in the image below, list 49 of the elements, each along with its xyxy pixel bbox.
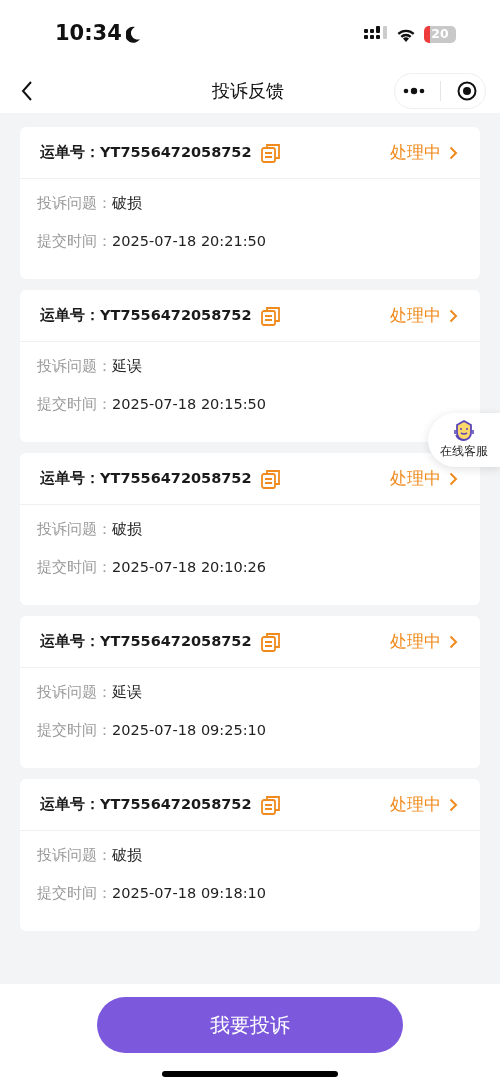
moon-icon [125,25,141,43]
waybill-number: 运单号：YT7556472058752 [40,794,252,814]
field-label: 提交时间： [37,231,112,251]
chevron-right-icon [449,634,458,649]
back-icon[interactable] [20,79,34,102]
complaint-card[interactable]: 运单号：YT7556472058752 处理中 投诉问题：破损 提交时间：2025-07-18 09:18:10 [20,779,480,931]
field-label: 投诉问题： [37,846,112,865]
complaint-card[interactable]: 运单号：YT7556472058752 处理中 投诉问题：延误 提交时间：2025-07-18 09:25:10 [20,616,480,768]
field-value: 破损 [112,194,142,213]
field-label: 投诉问题： [37,357,112,376]
chevron-right-icon [449,145,458,160]
chevron-right-icon [449,471,458,486]
copy-icon[interactable] [259,630,282,653]
copy-icon[interactable] [259,304,282,327]
waybill-number: 运单号：YT7556472058752 [40,142,252,162]
field-value: 破损 [112,846,142,865]
field-value: 2025-07-18 09:25:10 [112,720,266,740]
field-label: 投诉问题： [37,520,112,539]
chevron-right-icon [449,797,458,812]
field-label: 投诉问题： [37,194,112,213]
field-label: 提交时间： [37,557,112,577]
field-value: 2025-07-18 20:15:50 [112,394,266,414]
field-value: 2025-07-18 20:10:26 [112,557,266,577]
chevron-right-icon [449,308,458,323]
field-label: 提交时间： [37,883,112,903]
field-value: 破损 [112,520,142,539]
close-icon[interactable] [457,80,478,101]
copy-icon[interactable] [259,793,282,816]
field-value: 延误 [112,357,142,376]
more-icon[interactable] [402,86,425,95]
copy-icon[interactable] [259,467,282,490]
field-value: 延误 [112,683,142,702]
online-support-button[interactable]: 在线客服 [428,413,500,467]
submit-complaint-button[interactable]: 我要投诉 [97,997,403,1053]
waybill-number: 运单号：YT7556472058752 [40,305,252,325]
page-title: 投诉反馈 [212,79,284,103]
agent-icon [451,419,477,444]
field-label: 投诉问题： [37,683,112,702]
complaint-card[interactable]: 运单号：YT7556472058752 处理中 投诉问题：破损 提交时间：2025-07-18 20:21:50 [20,127,480,279]
field-label: 提交时间： [37,720,112,740]
status-time: 10:34 [55,20,122,48]
waybill-number: 运单号：YT7556472058752 [40,631,252,651]
field-label: 提交时间： [37,394,112,414]
waybill-number: 运单号：YT7556472058752 [40,468,252,488]
copy-icon[interactable] [259,141,282,164]
field-value: 2025-07-18 09:18:10 [112,883,266,903]
complaint-card[interactable]: 运单号：YT7556472058752 处理中 投诉问题：延误 提交时间：2025-07-18 20:15:50 [20,290,480,442]
field-value: 2025-07-18 20:21:50 [112,231,266,251]
signal-icon [364,26,388,42]
